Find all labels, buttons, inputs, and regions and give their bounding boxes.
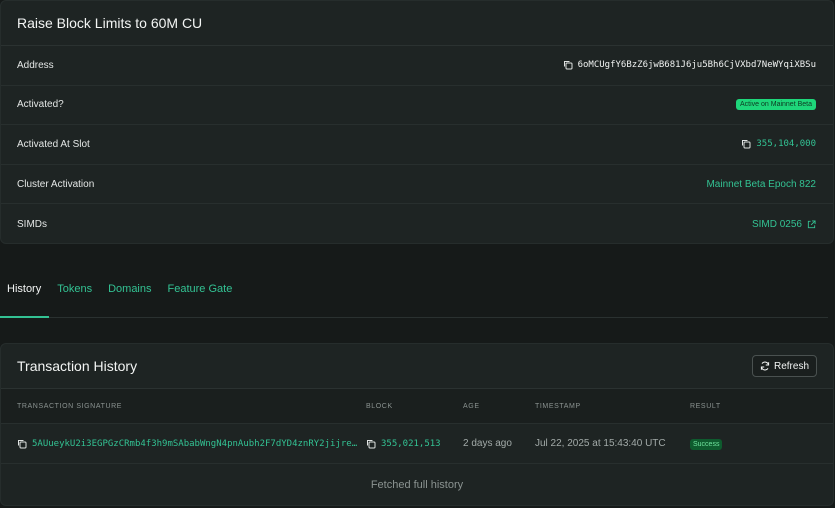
result-cell: Success bbox=[690, 438, 810, 450]
refresh-button[interactable]: Refresh bbox=[751, 355, 817, 377]
refresh-icon bbox=[760, 361, 770, 371]
age-cell: 2 days ago bbox=[463, 438, 512, 449]
refresh-label: Refresh bbox=[773, 360, 809, 372]
row-address: Address 6oMCUgfY6BzZ6jwB681J6ju5Bh6CjVXb… bbox=[1, 46, 833, 86]
feature-header: Raise Block Limits to 60M CU bbox=[1, 1, 833, 46]
tab-tokens[interactable]: Tokens bbox=[49, 272, 100, 318]
copy-icon[interactable] bbox=[741, 139, 751, 149]
row-cluster-activation: Cluster Activation Mainnet Beta Epoch 82… bbox=[1, 165, 833, 205]
transaction-history-card: Transaction History Refresh Transaction … bbox=[0, 343, 834, 506]
col-age: Age bbox=[463, 402, 480, 410]
copy-icon[interactable] bbox=[563, 60, 573, 70]
tab-history[interactable]: History bbox=[0, 272, 50, 318]
history-title: Transaction History bbox=[17, 358, 138, 374]
col-timestamp: Timestamp bbox=[535, 402, 581, 410]
timestamp-cell: Jul 22, 2025 at 15:43:40 UTC bbox=[535, 438, 666, 449]
signature-cell: 5AUueykU2i3EGPGzCRmb4f3h9mSAbabWngN4pnAu… bbox=[1, 439, 366, 449]
block-cell: 355,021,513 bbox=[366, 439, 463, 449]
history-header: Transaction History Refresh bbox=[1, 344, 833, 389]
row-simds: SIMDs SIMD 0256 bbox=[1, 204, 833, 244]
history-footer: Fetched full history bbox=[370, 478, 464, 491]
activated-slot-label: Activated At Slot bbox=[17, 138, 90, 150]
status-badge: Active on Mainnet Beta bbox=[736, 99, 816, 111]
col-block: Block bbox=[366, 402, 393, 410]
feature-details-card: Raise Block Limits to 60M CU Address 6oM… bbox=[0, 0, 834, 244]
copy-icon[interactable] bbox=[366, 439, 376, 449]
epoch-link[interactable]: Mainnet Beta Epoch 822 bbox=[706, 179, 816, 190]
block-link[interactable]: 355,021,513 bbox=[381, 439, 441, 449]
address-label: Address bbox=[17, 59, 54, 71]
tab-bar: History Tokens Domains Feature Gate bbox=[0, 272, 828, 318]
external-link-icon bbox=[807, 220, 816, 228]
address-value: 6oMCUgfY6BzZ6jwB681J6ju5Bh6CjVXbd7NeWYqi… bbox=[563, 60, 816, 70]
row-activated: Activated? Active on Mainnet Beta bbox=[1, 86, 833, 126]
address-text[interactable]: 6oMCUgfY6BzZ6jwB681J6ju5Bh6CjVXbd7NeWYqi… bbox=[578, 60, 816, 70]
table-header: Transaction Signature Block Age Timestam… bbox=[1, 389, 833, 424]
table-row: 5AUueykU2i3EGPGzCRmb4f3h9mSAbabWngN4pnAu… bbox=[1, 424, 833, 464]
tab-feature-gate[interactable]: Feature Gate bbox=[160, 272, 241, 318]
col-signature: Transaction Signature bbox=[17, 402, 123, 410]
simd-link-wrap[interactable]: SIMD 0256 bbox=[752, 219, 816, 230]
col-result: Result bbox=[690, 402, 721, 410]
result-badge: Success bbox=[690, 439, 723, 450]
simds-label: SIMDs bbox=[17, 218, 47, 230]
copy-icon[interactable] bbox=[17, 439, 27, 449]
slot-link[interactable]: 355,104,000 bbox=[756, 139, 816, 149]
tab-domains[interactable]: Domains bbox=[100, 272, 159, 318]
signature-link[interactable]: 5AUueykU2i3EGPGzCRmb4f3h9mSAbabWngN4pnAu… bbox=[32, 439, 362, 449]
activated-label: Activated? bbox=[17, 99, 64, 111]
row-activated-slot: Activated At Slot 355,104,000 bbox=[1, 125, 833, 165]
activated-slot-value: 355,104,000 bbox=[741, 139, 816, 149]
feature-title: Raise Block Limits to 60M CU bbox=[17, 15, 203, 31]
cluster-activation-label: Cluster Activation bbox=[17, 178, 95, 190]
simd-link[interactable]: SIMD 0256 bbox=[752, 219, 802, 230]
